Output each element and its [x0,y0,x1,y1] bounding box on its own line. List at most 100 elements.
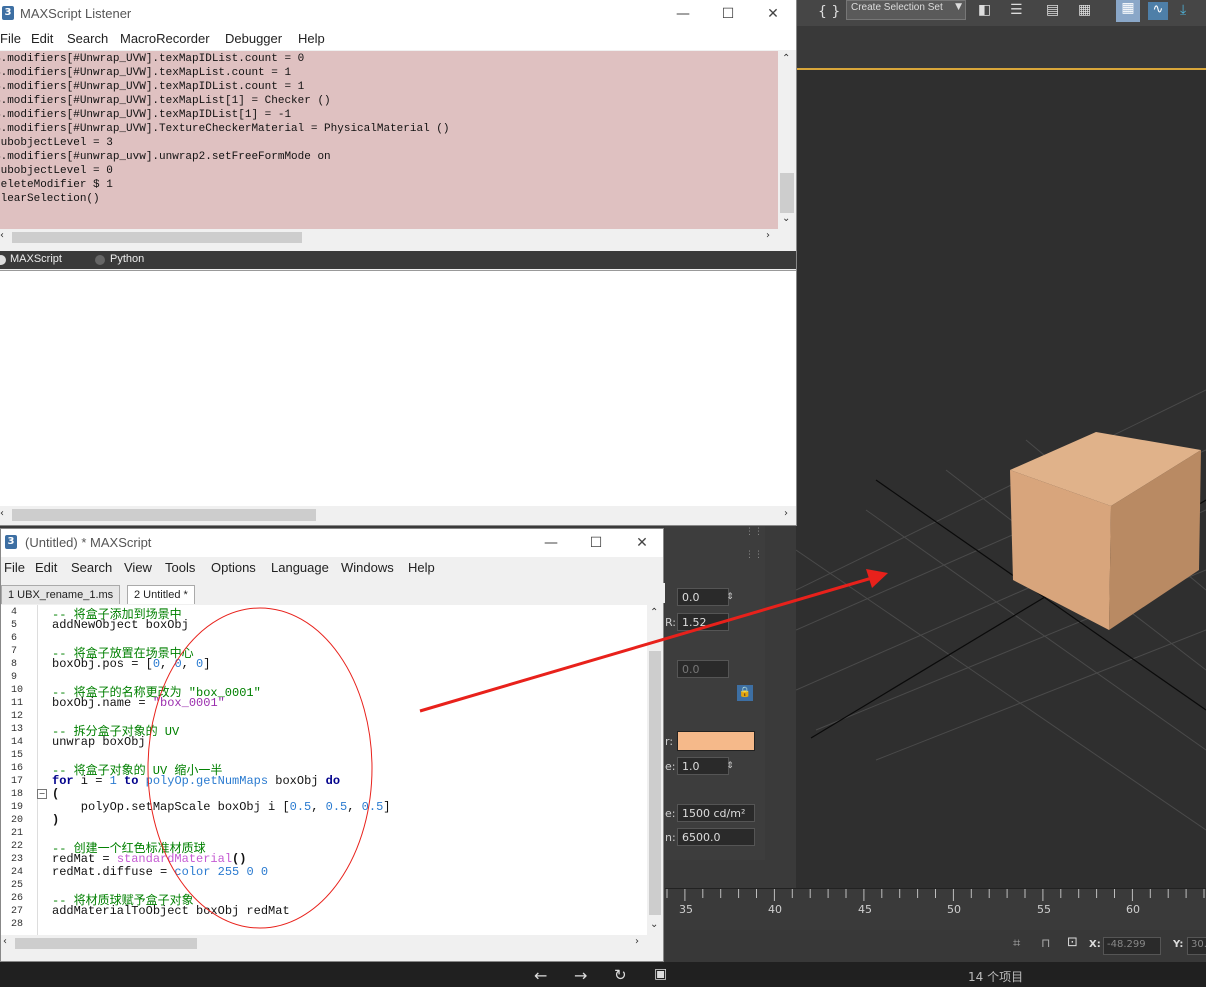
macro-horizontal-scrollbar[interactable]: ‹ › [0,229,778,245]
close-button[interactable]: ✕ [758,3,788,25]
scroll-thumb[interactable] [12,509,316,521]
macro-recorder-pane[interactable]: $.modifiers[#Unwrap_UVW].texMapIDList.co… [0,51,778,229]
menu-search[interactable]: Search [67,31,108,46]
menu-edit[interactable]: Edit [31,31,53,46]
code-token: redMat = [52,852,117,866]
spinner-icon[interactable]: ⇕ [721,757,739,775]
selection-lock-icon[interactable]: ⌗ [1013,936,1020,951]
radio-maxscript[interactable] [0,255,6,265]
code-keyword: to [116,774,146,788]
close-button[interactable]: ✕ [627,532,657,554]
tab-untitled[interactable]: 2 Untitled * [127,585,195,604]
menu-tools[interactable]: Tools [165,560,195,575]
menu-file[interactable]: File [4,560,25,575]
editor-tabs: 1 UBX_rename_1.ms 2 Untitled * [1,583,665,604]
back-arrow-icon[interactable]: ← [534,966,547,985]
x-coord-field[interactable]: -48.299 [1103,937,1161,955]
code-number: 255 0 0 [210,865,269,879]
line-number: 9 [11,672,18,683]
ribbon-icon[interactable]: ▦ [1078,2,1096,20]
refresh-icon[interactable]: ↻ [614,966,627,984]
timeline-tick-label: 50 [947,903,961,916]
param-field-c[interactable]: 0.0 [677,660,729,678]
menu-view[interactable]: View [124,560,152,575]
code-editor[interactable]: 4 5 6 7 8 9 10 11 12 13 14 15 16 17 18 1… [1,605,647,935]
param-label-n: n: [665,831,676,844]
forward-arrow-icon[interactable]: → [574,966,587,985]
lock-icon[interactable]: ⊓ [1041,936,1050,950]
code-keyword: do [325,774,341,788]
param-field-b[interactable]: 1.52 [677,613,729,631]
scroll-right-icon[interactable]: › [784,508,788,519]
menu-language[interactable]: Language [271,560,329,575]
scroll-left-icon[interactable]: ‹ [3,936,7,947]
layer-explorer-icon[interactable]: ▤ [1046,2,1064,20]
maximize-button[interactable]: ☐ [581,532,611,554]
listener-title-bar[interactable]: 3 MAXScript Listener — ☐ ✕ [0,0,796,28]
maximize-button[interactable]: ☐ [713,3,743,25]
param-label-e2: e: [665,807,676,820]
scroll-left-icon[interactable]: ‹ [0,508,4,519]
menu-file[interactable]: File [0,31,21,46]
y-coord-field[interactable]: 30. [1187,937,1206,955]
macro-vertical-scrollbar[interactable]: ⌃ ⌄ [778,51,796,229]
menu-windows[interactable]: Windows [341,560,394,575]
editor-menu-bar: File Edit Search View Tools Options Lang… [1,557,663,579]
tab-ubx-rename[interactable]: 1 UBX_rename_1.ms [1,585,121,604]
macro-line: $.modifiers[#Unwrap_UVW].texMapIDList.co… [0,81,305,93]
viewport-scene [796,389,1206,831]
download-icon[interactable]: ⤓ [1180,2,1198,20]
scroll-down-icon[interactable]: ⌄ [782,213,790,224]
status-bar: ⌗ ⊓ ⊡ X: -48.299 Y: 30. [665,930,1206,962]
app-icon: 3 [5,535,17,549]
scroll-up-icon[interactable]: ⌃ [650,607,658,618]
maxscript-editor-window: 3 (Untitled) * MAXScript — ☐ ✕ File Edit… [0,528,665,962]
radio-python[interactable] [95,255,105,265]
scroll-thumb[interactable] [649,651,661,915]
mirror-icon[interactable]: ◧ [978,2,996,20]
scroll-thumb[interactable] [15,938,197,949]
transform-icon[interactable]: ⊡ [1067,935,1078,950]
save-icon[interactable]: ▣ [654,966,667,982]
line-number: 22 [11,841,24,852]
editor-title-bar[interactable]: 3 (Untitled) * MAXScript — ☐ ✕ [1,529,663,557]
timeline[interactable]: 35 40 45 50 55 60 [665,888,1206,931]
scroll-thumb[interactable] [780,173,794,213]
braces-icon[interactable]: { } [818,4,840,20]
scroll-up-icon[interactable]: ⌃ [782,53,790,64]
code-token: boxObj [268,774,326,788]
scroll-left-icon[interactable]: ‹ [0,230,4,241]
menu-options[interactable]: Options [211,560,256,575]
menu-help[interactable]: Help [298,31,325,46]
taskbar: ← → ↻ ▣ 14 个项目 [0,962,1206,987]
param-field-e[interactable]: 1500 cd/m² [677,804,755,822]
code-vertical-scrollbar[interactable]: ⌃ ⌄ [647,605,663,935]
menu-search[interactable]: Search [71,560,112,575]
listener-input-pane[interactable] [0,270,796,507]
selection-set-dropdown[interactable]: Create Selection Set ▼ [846,0,966,20]
scroll-right-icon[interactable]: › [635,936,639,947]
scene-explorer-icon[interactable]: ▦ [1116,0,1140,22]
color-swatch[interactable] [677,731,755,751]
scroll-right-icon[interactable]: › [766,230,770,241]
input-horizontal-scrollbar[interactable]: ‹ › [0,506,796,524]
minimize-button[interactable]: — [536,532,566,554]
scroll-thumb[interactable] [12,232,302,243]
menu-debugger[interactable]: Debugger [225,31,282,46]
code-string: "box_0001" [152,696,225,710]
param-field-f[interactable]: 6500.0 [677,828,755,846]
code-horizontal-scrollbar[interactable]: ‹ › [1,935,663,951]
align-icon[interactable]: ☰ [1010,2,1028,20]
minimize-button[interactable]: — [668,3,698,25]
line-number: 13 [11,724,24,735]
menu-edit[interactable]: Edit [35,560,57,575]
code-function: color [174,865,211,879]
menu-macrorecorder[interactable]: MacroRecorder [120,31,210,46]
scroll-down-icon[interactable]: ⌄ [650,919,658,930]
fold-toggle-icon[interactable]: − [37,789,47,799]
spinner-icon[interactable]: ⇕ [721,588,739,606]
menu-help[interactable]: Help [408,560,435,575]
perspective-viewport[interactable] [796,68,1206,890]
curve-editor-icon[interactable]: ∿ [1148,2,1168,20]
lock-icon[interactable]: 🔒 [737,685,753,701]
